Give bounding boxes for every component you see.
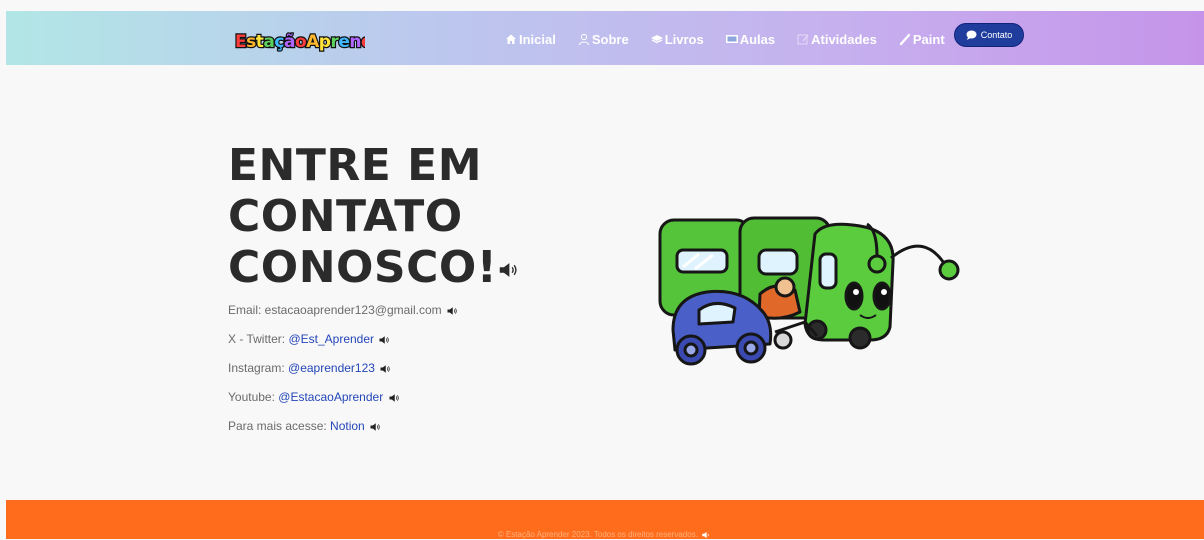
speaker-icon[interactable] bbox=[368, 421, 382, 433]
notepad-icon bbox=[797, 34, 809, 45]
nav-label: Atividades bbox=[811, 31, 877, 47]
page-heading-text: ENTRE EM CONTATO CONOSCO! bbox=[228, 140, 498, 293]
speaker-icon[interactable] bbox=[387, 392, 401, 404]
site-logo[interactable]: EstaçãoAprender bbox=[233, 24, 365, 54]
notion-link[interactable]: Notion bbox=[330, 419, 365, 433]
contact-button[interactable]: Contato bbox=[954, 23, 1024, 47]
contact-label: Para mais acesse: bbox=[228, 419, 331, 433]
speaker-icon[interactable] bbox=[497, 259, 519, 281]
contact-label: Email: estacaoaprender123@gmail.com bbox=[228, 303, 442, 317]
brush-icon bbox=[899, 33, 911, 46]
nav-inicial[interactable]: Inicial bbox=[504, 32, 556, 47]
speaker-icon[interactable] bbox=[377, 334, 391, 346]
contact-list: Email: estacaoaprender123@gmail.com X - … bbox=[228, 303, 588, 448]
contact-twitter: X - Twitter: @Est_Aprender bbox=[228, 332, 588, 361]
twitter-link[interactable]: @Est_Aprender bbox=[288, 332, 374, 346]
nav-sobre[interactable]: Sobre bbox=[577, 32, 629, 47]
nav-label: Sobre bbox=[591, 31, 629, 47]
chat-bubble-icon bbox=[966, 30, 977, 40]
nav-label: Paint bbox=[912, 31, 945, 47]
youtube-link[interactable]: @EstacaoAprender bbox=[278, 390, 383, 404]
board-icon bbox=[725, 35, 738, 43]
nav-label: Inicial bbox=[519, 31, 556, 47]
nav-livros[interactable]: Livros bbox=[650, 32, 704, 47]
nav-label: Livros bbox=[664, 31, 704, 47]
train-car-illustration bbox=[658, 216, 960, 366]
contact-label: Youtube: bbox=[228, 390, 279, 404]
book-icon bbox=[650, 35, 663, 44]
contact-email: Email: estacaoaprender123@gmail.com bbox=[228, 303, 588, 332]
contact-label: X - Twitter: bbox=[228, 332, 289, 346]
site-header: EstaçãoAprender Inicial Sobre Livros Aul… bbox=[6, 11, 1204, 65]
contact-notion: Para mais acesse: Notion bbox=[228, 419, 588, 448]
contact-instagram: Instagram: @eaprender123 bbox=[228, 361, 588, 390]
page-heading: ENTRE EM CONTATO CONOSCO! bbox=[228, 140, 528, 293]
contact-label: Instagram: bbox=[228, 361, 289, 375]
instagram-link[interactable]: @eaprender123 bbox=[288, 361, 375, 375]
footer-text: © Estação Aprender 2023. Todos os direit… bbox=[497, 530, 698, 540]
nav-label: Aulas bbox=[739, 31, 776, 47]
speaker-icon[interactable] bbox=[378, 363, 392, 375]
contact-youtube: Youtube: @EstacaoAprender bbox=[228, 390, 588, 419]
home-icon bbox=[506, 34, 516, 44]
nav-paint[interactable]: Paint bbox=[898, 32, 945, 47]
site-footer: © Estação Aprender 2023. Todos os direit… bbox=[6, 500, 1204, 539]
user-icon bbox=[578, 33, 589, 46]
contact-button-label: Contato bbox=[980, 30, 1013, 40]
nav-atividades[interactable]: Atividades bbox=[796, 32, 877, 47]
svg-text:EstaçãoAprender: EstaçãoAprender bbox=[235, 32, 365, 52]
main-nav: Inicial Sobre Livros Aulas Atividades Pa… bbox=[504, 28, 966, 50]
nav-aulas[interactable]: Aulas bbox=[725, 32, 775, 47]
speaker-icon[interactable] bbox=[445, 305, 459, 317]
